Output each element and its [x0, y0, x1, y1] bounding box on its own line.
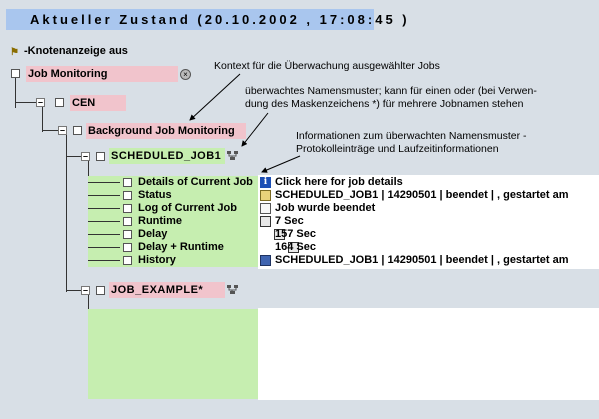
arrow-pattern — [241, 112, 269, 147]
annotation-arrows — [189, 73, 301, 173]
arrow-context — [189, 73, 241, 121]
arrow-info — [261, 155, 301, 173]
